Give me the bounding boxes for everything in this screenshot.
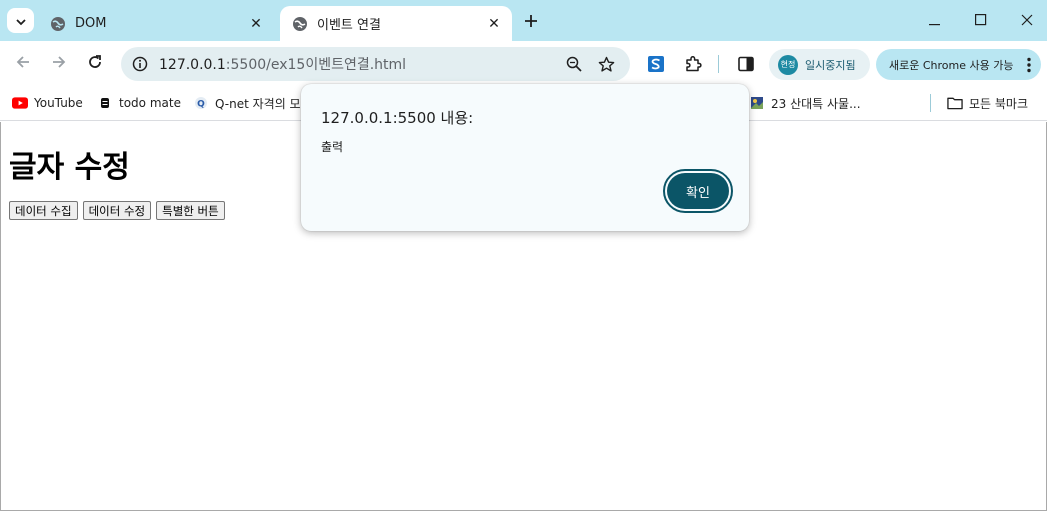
reload-button[interactable]: [81, 50, 109, 78]
chrome-update-button[interactable]: 새로운 Chrome 사용 가능: [876, 49, 1041, 80]
arrow-right-icon: [51, 54, 67, 74]
page-title: 글자 수정: [9, 150, 130, 185]
globe-icon: [292, 16, 308, 32]
edit-data-button[interactable]: 데이터 수정: [82, 201, 152, 220]
arrow-left-icon: [15, 54, 31, 74]
close-window-button[interactable]: [1004, 0, 1047, 40]
svg-text:Q: Q: [197, 99, 205, 109]
bookmark-youtube[interactable]: YouTube: [12, 93, 83, 113]
address-bar[interactable]: 127.0.0.1:5500/ex15이벤트연결.html: [121, 47, 630, 81]
qnet-icon: Q: [193, 95, 209, 111]
dialog-title: 127.0.0.1:5500 내용:: [321, 109, 474, 127]
new-tab-button[interactable]: [520, 11, 542, 33]
bookmark-label: todo mate: [119, 96, 181, 110]
image-bookmark-icon: [749, 95, 765, 111]
toolbar: 127.0.0.1:5500/ex15이벤트연결.html 현정 일시중지됨 새…: [0, 41, 1047, 87]
forward-button[interactable]: [45, 50, 73, 78]
minimize-button[interactable]: [912, 0, 958, 40]
bookmark-label: 모든 북마크: [969, 96, 1029, 111]
star-icon[interactable]: [597, 55, 615, 73]
plus-icon: [524, 13, 538, 32]
youtube-icon: [12, 95, 28, 111]
tab-dom[interactable]: DOM ✕: [38, 6, 274, 41]
bookmark-todo-mate[interactable]: todo mate: [97, 93, 181, 113]
info-icon[interactable]: [131, 55, 149, 73]
tab-title: DOM: [75, 16, 107, 31]
extension-s-icon[interactable]: [646, 54, 666, 74]
profile-button[interactable]: 현정 일시중지됨: [769, 49, 870, 80]
bookmark-label: Q-net 자격의 모: [215, 96, 301, 111]
ok-button[interactable]: 확인: [663, 169, 733, 213]
alert-dialog: 127.0.0.1:5500 내용: 출력 확인: [301, 84, 749, 231]
tab-strip: DOM ✕ 이벤트 연결 ✕: [0, 0, 1047, 41]
tab-title: 이벤트 연결: [317, 18, 381, 33]
folder-icon: [947, 95, 963, 111]
todo-mate-icon: [97, 95, 113, 111]
update-label: 새로운 Chrome 사용 가능: [889, 58, 1014, 72]
bookmark-sanddaeteuk[interactable]: 23 산대특 사물...: [749, 93, 861, 113]
dialog-message: 출력: [321, 140, 344, 154]
tab-search-button[interactable]: [7, 8, 34, 33]
collect-data-button[interactable]: 데이터 수집: [9, 201, 78, 220]
url-host: 127.0.0.1: [159, 57, 226, 73]
toolbar-divider: [718, 55, 719, 73]
maximize-icon: [975, 11, 987, 30]
back-button[interactable]: [9, 50, 37, 78]
close-icon[interactable]: ✕: [246, 14, 266, 34]
bookmarks-divider: [930, 94, 931, 112]
ok-button-label: 확인: [667, 173, 729, 209]
side-panel-icon[interactable]: [736, 54, 756, 74]
bookmark-qnet[interactable]: Q Q-net 자격의 모: [193, 93, 301, 113]
url-text: 127.0.0.1:5500/ex15이벤트연결.html: [159, 54, 630, 74]
maximize-button[interactable]: [958, 0, 1004, 40]
avatar: 현정: [778, 54, 798, 75]
close-icon[interactable]: ✕: [484, 14, 504, 34]
url-path: :5500/ex15이벤트연결.html: [225, 57, 407, 73]
chevron-down-icon: [15, 11, 26, 30]
profile-status-label: 일시중지됨: [805, 58, 856, 72]
more-vert-icon: [1025, 55, 1033, 75]
zoom-icon[interactable]: [565, 55, 583, 73]
reload-icon: [87, 54, 103, 74]
globe-icon: [50, 16, 66, 32]
tab-event[interactable]: 이벤트 연결 ✕: [280, 6, 512, 41]
minimize-icon: [929, 11, 941, 30]
special-button[interactable]: 특별한 버튼: [156, 201, 225, 220]
all-bookmarks-folder[interactable]: 모든 북마크: [947, 93, 1028, 113]
bookmark-label: 23 산대특 사물...: [771, 96, 861, 111]
close-icon: [1021, 11, 1033, 30]
bookmark-label: YouTube: [34, 96, 83, 110]
extensions-puzzle-icon[interactable]: [683, 54, 703, 74]
button-row: 데이터 수집 데이터 수정 특별한 버튼: [9, 201, 225, 220]
